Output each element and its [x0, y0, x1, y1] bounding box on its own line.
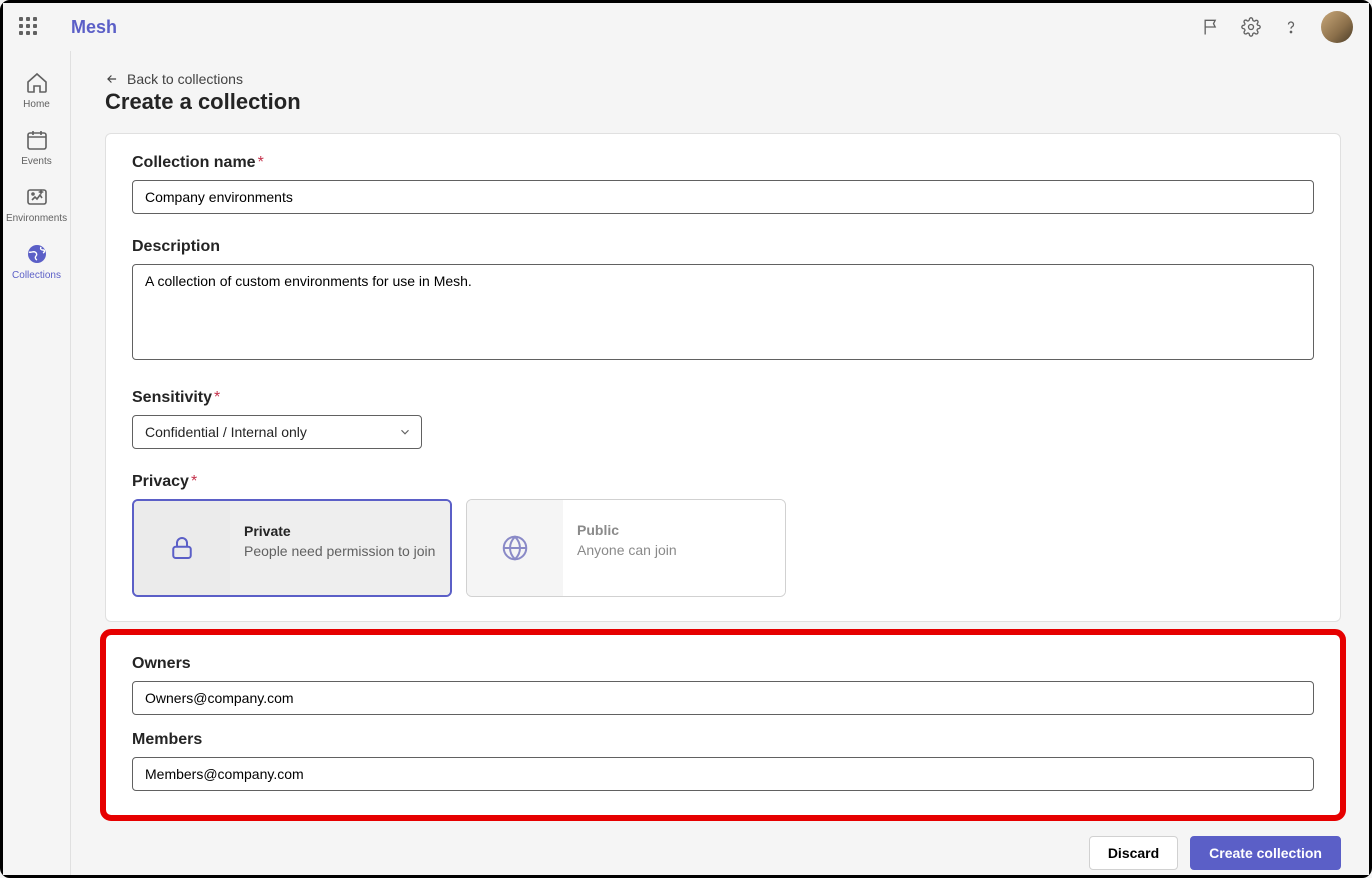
privacy-public-sub: Anyone can join	[577, 542, 771, 558]
collection-name-input[interactable]	[132, 180, 1314, 214]
owners-input[interactable]	[132, 681, 1314, 715]
rail-collections[interactable]: Collections	[7, 234, 67, 287]
sensitivity-select[interactable]: Confidential / Internal only	[132, 415, 422, 449]
privacy-public-title: Public	[577, 522, 771, 538]
left-rail: Home Events Environments Collections	[3, 51, 71, 875]
owners-label: Owners	[132, 655, 1314, 673]
rail-events-label: Events	[21, 156, 52, 167]
avatar[interactable]	[1321, 11, 1353, 43]
privacy-option-public[interactable]: Public Anyone can join	[466, 499, 786, 597]
desc-label: Description	[132, 238, 1314, 256]
description-input[interactable]	[132, 264, 1314, 360]
top-bar: Mesh	[3, 3, 1369, 51]
rail-home[interactable]: Home	[7, 63, 67, 116]
home-icon	[25, 71, 49, 95]
members-input[interactable]	[132, 757, 1314, 791]
rail-events[interactable]: Events	[7, 120, 67, 173]
privacy-option-private[interactable]: Private People need permission to join	[132, 499, 452, 597]
sensitivity-label: Sensitivity*	[132, 389, 1314, 407]
page-title: Create a collection	[105, 89, 1341, 115]
main-content: Back to collections Create a collection …	[71, 51, 1369, 875]
calendar-icon	[25, 128, 49, 152]
globe-icon	[25, 242, 49, 266]
rail-home-label: Home	[23, 99, 50, 110]
arrow-left-icon	[105, 72, 119, 86]
discard-button[interactable]: Discard	[1089, 836, 1178, 870]
rail-environments[interactable]: Environments	[7, 177, 67, 230]
back-link-label: Back to collections	[127, 71, 243, 87]
brand-title: Mesh	[71, 17, 117, 38]
help-icon[interactable]	[1281, 17, 1301, 37]
app-launcher-icon[interactable]	[19, 17, 39, 37]
card-main: Collection name* Description Sensitivity…	[105, 133, 1341, 622]
rail-env-label: Environments	[6, 213, 67, 224]
card-members: Owners Members	[105, 634, 1341, 816]
flag-icon[interactable]	[1201, 17, 1221, 37]
back-link[interactable]: Back to collections	[105, 71, 1341, 87]
gear-icon[interactable]	[1241, 17, 1261, 37]
privacy-label: Privacy*	[132, 473, 1314, 491]
footer-actions: Discard Create collection	[105, 828, 1341, 870]
globe-outline-icon	[500, 533, 530, 563]
image-icon	[25, 185, 49, 209]
create-collection-button[interactable]: Create collection	[1190, 836, 1341, 870]
members-label: Members	[132, 731, 1314, 749]
rail-collections-label: Collections	[12, 270, 61, 281]
privacy-private-sub: People need permission to join	[244, 543, 436, 559]
privacy-private-title: Private	[244, 523, 436, 539]
name-label: Collection name*	[132, 154, 1314, 172]
lock-icon	[167, 533, 197, 563]
